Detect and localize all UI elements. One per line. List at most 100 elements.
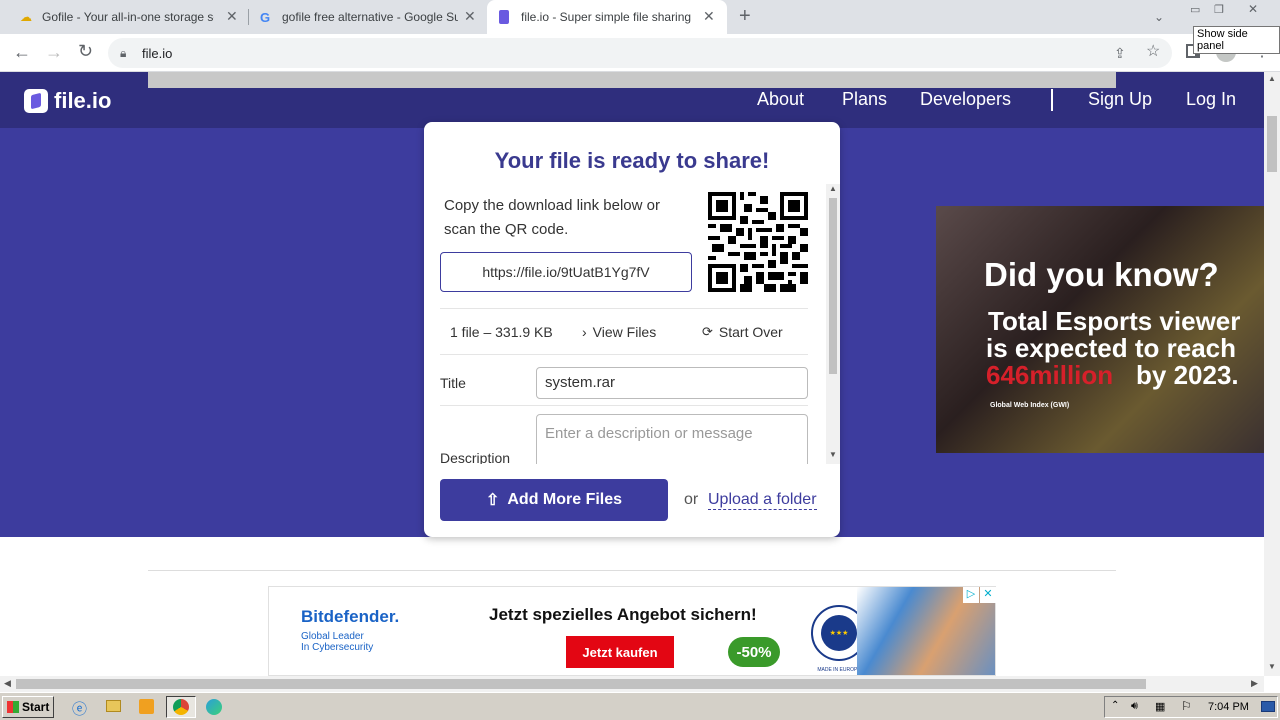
minimize-icon[interactable]: ▭ — [1190, 2, 1200, 18]
ad-tagline: Global Leader — [301, 631, 364, 642]
divider — [440, 405, 808, 406]
close-icon[interactable]: ✕ — [703, 8, 715, 25]
page-content: file.io About Plans Developers Sign Up L… — [0, 72, 1264, 676]
nav-developers[interactable]: Developers — [920, 89, 1011, 110]
start-over-label: Start Over — [718, 324, 783, 340]
edge-icon[interactable] — [206, 699, 222, 715]
scroll-left-icon[interactable]: ◀ — [4, 678, 11, 689]
share-icon[interactable]: ⇪ — [1114, 45, 1126, 61]
scroll-up-icon[interactable]: ▲ — [829, 184, 837, 193]
or-text: or — [684, 491, 699, 508]
logo-text: file.io — [54, 88, 112, 113]
tab-fileio[interactable]: file.io - Super simple file sharing ✕ — [487, 0, 727, 34]
desktop-icon[interactable] — [1261, 701, 1275, 712]
card-scrollbar[interactable]: ▲ ▼ — [826, 184, 840, 464]
divider — [440, 354, 808, 355]
address-bar[interactable]: 🔒︎ file.io ⇪ ☆ — [108, 38, 1172, 68]
refresh-icon: ⟳ — [702, 324, 713, 339]
view-files-button[interactable]: › View Files — [582, 324, 656, 340]
scroll-up-icon[interactable]: ▲ — [1268, 74, 1276, 83]
tab-title: gofile free alternative - Google Such — [282, 10, 458, 24]
add-more-files-button[interactable]: ⇧ Add More Files — [440, 479, 668, 521]
ie-icon[interactable]: ⓔ — [72, 698, 87, 719]
tab-gofile[interactable]: ☁ Gofile - Your all-in-one storage solut… — [0, 0, 246, 34]
url-text: file.io — [142, 46, 173, 61]
page-horizontal-scrollbar[interactable]: ◀ ▶ — [0, 676, 1264, 692]
folder-icon[interactable] — [106, 700, 121, 712]
side-advertisement[interactable]: Did you know? Total Esports viewer is ex… — [936, 206, 1264, 453]
add-more-label: Add More Files — [507, 491, 623, 508]
site-navbar: file.io About Plans Developers Sign Up L… — [0, 72, 1264, 128]
nav-about[interactable]: About — [757, 89, 804, 110]
chevron-down-icon[interactable]: ⌄ — [1154, 9, 1164, 25]
clock: 7:04 PM — [1208, 701, 1249, 713]
system-tray: ⌃ 🔊︎ ▦ ⚐ — [1104, 696, 1278, 718]
volume-icon[interactable]: 🔊︎ — [1131, 700, 1138, 713]
scroll-down-icon[interactable]: ▼ — [1268, 662, 1276, 671]
file-summary: 1 file – 331.9 KB — [450, 324, 553, 340]
title-input[interactable]: system.rar — [536, 367, 808, 399]
browser-toolbar: ← → ↻ 🔒︎ file.io ⇪ ☆ ⋮ — [0, 34, 1280, 72]
chrome-icon — [173, 699, 189, 715]
ad-placeholder-bar — [148, 72, 1116, 88]
description-input[interactable]: Enter a description or message — [536, 414, 808, 464]
close-icon[interactable]: ✕ — [464, 8, 476, 25]
back-icon[interactable]: ← — [13, 43, 31, 61]
nav-plans[interactable]: Plans — [842, 89, 887, 110]
flag-icon[interactable]: ⚐ — [1181, 699, 1192, 713]
site-logo[interactable]: file.io — [24, 88, 111, 114]
tray-arrow-icon[interactable]: ⌃ — [1111, 700, 1119, 711]
bottom-advertisement[interactable]: Bitdefender. Global Leader In Cybersecur… — [268, 586, 996, 676]
card-title: Your file is ready to share! — [494, 148, 770, 173]
reload-icon[interactable]: ↻ — [78, 42, 93, 60]
eu-flag-icon: ★★★ — [821, 615, 857, 651]
start-button[interactable]: Start — [2, 696, 54, 718]
page-vertical-scrollbar[interactable]: ▲ ▼ — [1264, 72, 1280, 676]
tab-strip: ☁ Gofile - Your all-in-one storage solut… — [0, 0, 1280, 34]
star-icon[interactable]: ☆ — [1146, 44, 1160, 60]
scrollbar-thumb[interactable] — [16, 679, 1146, 689]
card-scroll-area[interactable]: Copy the download link below or scan the… — [424, 184, 840, 464]
title-label: Title — [440, 375, 466, 391]
ad-close-icon[interactable]: ✕ — [980, 587, 996, 603]
close-window-icon[interactable]: ✕ — [1248, 1, 1258, 17]
lock-icon: 🔒︎ — [120, 46, 127, 60]
description-label: Description — [440, 450, 511, 464]
close-icon[interactable]: ✕ — [226, 8, 238, 25]
scrollbar-thumb[interactable] — [829, 198, 837, 374]
ad-highlight: 646million — [986, 360, 1114, 390]
forward-icon[interactable]: → — [45, 43, 63, 61]
ad-source: Global Web Index (GWI) — [990, 402, 1070, 409]
network-icon[interactable]: ▦ — [1155, 700, 1165, 713]
window-controls: ▭ ❐ ✕ — [1184, 0, 1276, 18]
ad-text-line: by 2023. — [1136, 360, 1239, 390]
scrollbar-thumb[interactable] — [1267, 116, 1277, 172]
tab-title: Gofile - Your all-in-one storage soluti — [42, 10, 214, 24]
nav-sign-up[interactable]: Sign Up — [1088, 89, 1152, 110]
fileio-favicon-icon — [499, 10, 509, 24]
tab-title: file.io - Super simple file sharing — [521, 10, 692, 24]
new-tab-icon[interactable]: + — [739, 6, 751, 26]
restore-icon[interactable]: ❐ — [1214, 2, 1224, 18]
tab-google[interactable]: G gofile free alternative - Google Such … — [250, 0, 486, 34]
ad-headline: Did you know? — [984, 256, 1219, 293]
start-over-button[interactable]: ⟳ Start Over — [702, 324, 783, 340]
instructions-text: Copy the download link below or scan the… — [444, 197, 660, 238]
nav-log-in[interactable]: Log In — [1186, 89, 1236, 110]
media-player-icon[interactable] — [139, 699, 154, 714]
upload-icon: ⇧ — [485, 492, 500, 509]
ad-discount-badge: -50% — [728, 637, 780, 667]
chrome-taskbar-button[interactable] — [166, 696, 196, 718]
tab-separator — [248, 9, 249, 25]
scroll-right-icon[interactable]: ▶ — [1251, 678, 1258, 689]
ad-tagline: In Cybersecurity — [301, 642, 374, 653]
nav-divider — [1051, 89, 1053, 111]
download-link-field[interactable]: https://file.io/9tUatB1Yg7fV — [440, 252, 692, 292]
scroll-down-icon[interactable]: ▼ — [829, 450, 837, 459]
ad-cta-button[interactable]: Jetzt kaufen — [566, 636, 674, 668]
google-favicon-icon: G — [260, 10, 271, 25]
gofile-favicon-icon: ☁ — [20, 10, 32, 24]
upload-folder-link[interactable]: Upload a folder — [708, 491, 817, 510]
logo-icon — [24, 89, 48, 113]
ad-choices-icon[interactable]: ▷ — [963, 587, 979, 603]
